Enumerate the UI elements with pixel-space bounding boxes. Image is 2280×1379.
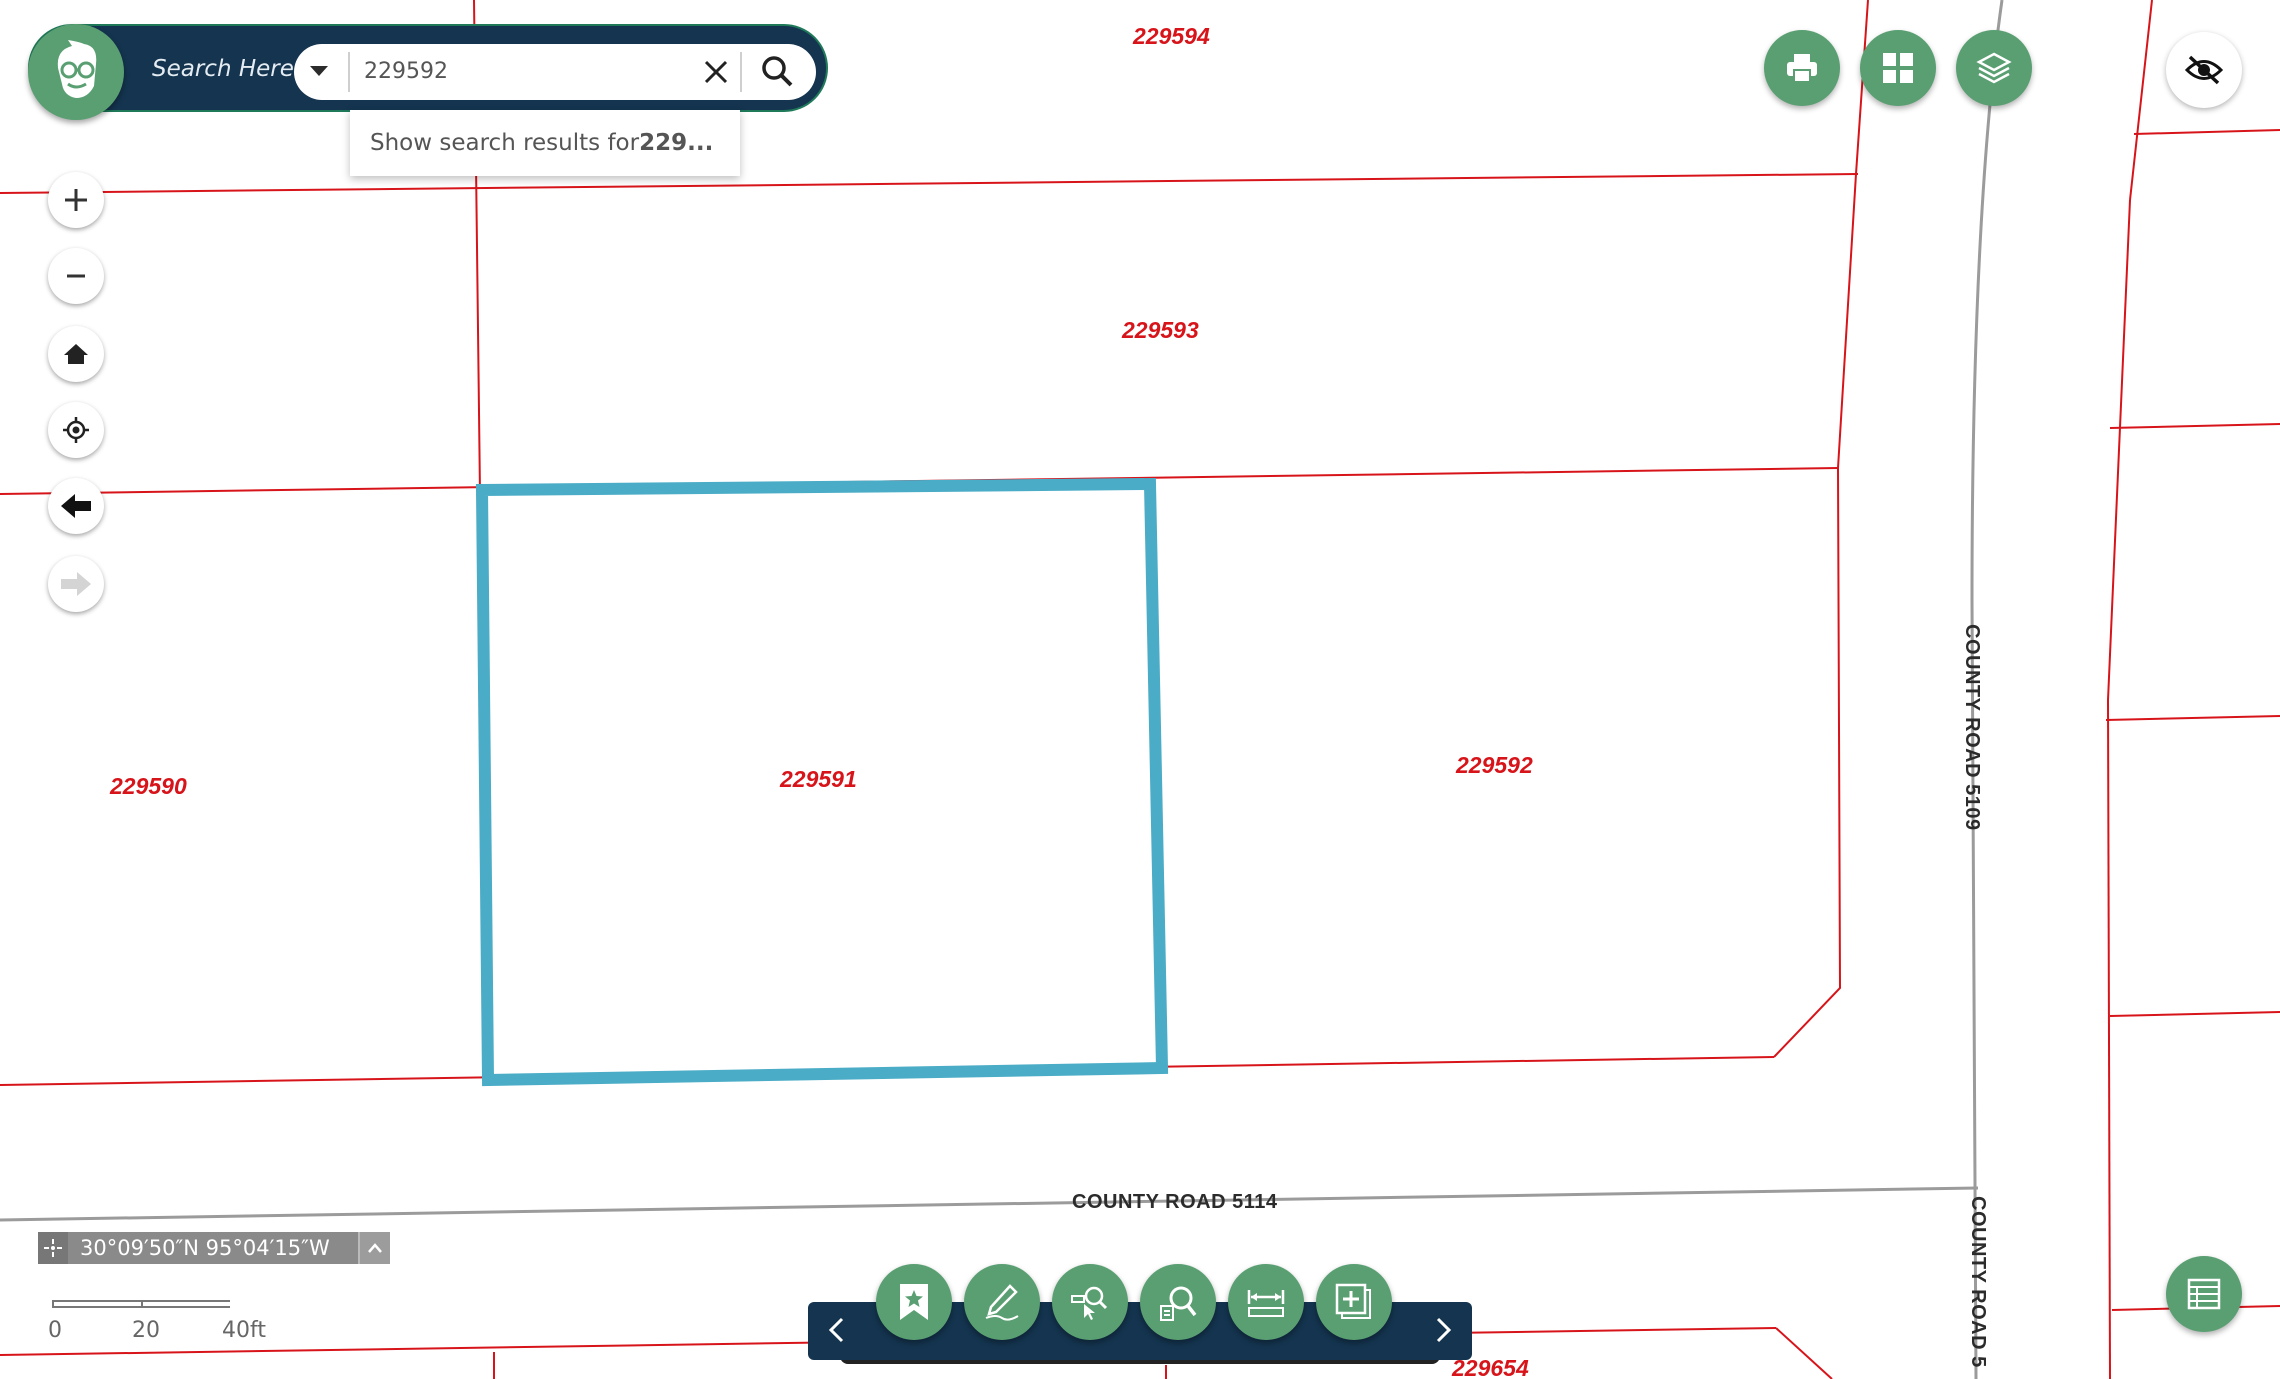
app-logo[interactable]: [28, 24, 124, 120]
parcel-label[interactable]: 229590: [109, 773, 187, 799]
basemap-gallery-button[interactable]: [1860, 30, 1936, 106]
zoom-in-button[interactable]: [48, 172, 104, 228]
coordinate-display: 30°09′50″N 95°04′15″W: [38, 1232, 390, 1264]
parcel-label[interactable]: 229592: [1455, 752, 1533, 778]
parcel-label[interactable]: 229593: [1121, 317, 1199, 343]
grid-icon: [1883, 53, 1913, 83]
back-arrow-icon: [61, 494, 91, 518]
road-label: COUNTY ROAD 5109: [1961, 624, 1983, 831]
layers-button[interactable]: [1956, 30, 2032, 106]
logo-character-icon: [57, 40, 97, 98]
parcel-label[interactable]: 229594: [1132, 23, 1210, 49]
attribute-table-button[interactable]: [2166, 1256, 2242, 1332]
scale-label: 0: [48, 1318, 62, 1343]
draw-button[interactable]: [964, 1264, 1040, 1340]
road-label: COUNTY ROAD 5: [1967, 1196, 1989, 1368]
search-divider: [348, 52, 350, 92]
table-icon: [2187, 1278, 2221, 1310]
zoom-out-button[interactable]: [48, 248, 104, 304]
crosshair-icon[interactable]: [38, 1232, 68, 1264]
map-canvas[interactable]: 229594 229593 229590 229591 229592 22965…: [0, 0, 2280, 1379]
home-button[interactable]: [48, 326, 104, 382]
search-data-icon: [1160, 1286, 1197, 1321]
suggestion-match: 229...: [639, 130, 714, 156]
road-lines: [0, 0, 2004, 1379]
draw-icon: [985, 1284, 1019, 1321]
print-button[interactable]: [1764, 30, 1840, 106]
query-button[interactable]: [1140, 1264, 1216, 1340]
zoom-out-icon: [67, 274, 85, 278]
clear-search-icon[interactable]: [700, 56, 732, 88]
parcel-label[interactable]: 229591: [779, 766, 857, 792]
measure-button[interactable]: [1228, 1264, 1304, 1340]
bookmark-button[interactable]: [876, 1264, 952, 1340]
road-label: COUNTY ROAD 5114: [1072, 1191, 1278, 1213]
search-suggestion[interactable]: Show search results for 229...: [350, 110, 740, 176]
home-icon: [64, 344, 88, 364]
add-data-icon: [1335, 1283, 1371, 1319]
coordinate-text: 30°09′50″N 95°04′15″W: [80, 1236, 330, 1260]
scale-bar: [52, 1300, 230, 1308]
identify-icon: [1071, 1286, 1108, 1320]
forward-arrow-icon: [61, 572, 91, 596]
chevron-up-icon[interactable]: [358, 1232, 390, 1264]
add-data-button[interactable]: [1316, 1264, 1392, 1340]
search-label: Search Here:: [152, 56, 302, 82]
locate-button[interactable]: [48, 402, 104, 458]
measure-icon: [1247, 1290, 1285, 1317]
next-extent-button[interactable]: [48, 556, 104, 612]
search-divider: [740, 52, 742, 92]
hide-panels-button[interactable]: [2166, 32, 2242, 108]
layers-icon: [1976, 52, 2012, 84]
suggestion-prefix: Show search results for: [370, 130, 640, 156]
search-input[interactable]: [362, 52, 686, 90]
identify-button[interactable]: [1052, 1264, 1128, 1340]
parcel-lines: [0, 0, 2280, 1379]
scale-label: 20: [132, 1318, 160, 1343]
zoom-in-icon: [65, 189, 87, 211]
previous-extent-button[interactable]: [48, 478, 104, 534]
search-scope-dropdown-icon[interactable]: [310, 66, 328, 76]
locate-icon: [63, 417, 89, 443]
scale-label: 40ft: [222, 1318, 266, 1343]
search-icon[interactable]: [758, 52, 796, 90]
print-icon: [1787, 54, 1817, 83]
chevron-left-icon[interactable]: [826, 1316, 848, 1344]
eye-slash-icon: [2184, 55, 2224, 85]
chevron-right-icon[interactable]: [1432, 1316, 1454, 1344]
bookmark-icon: [900, 1284, 928, 1320]
